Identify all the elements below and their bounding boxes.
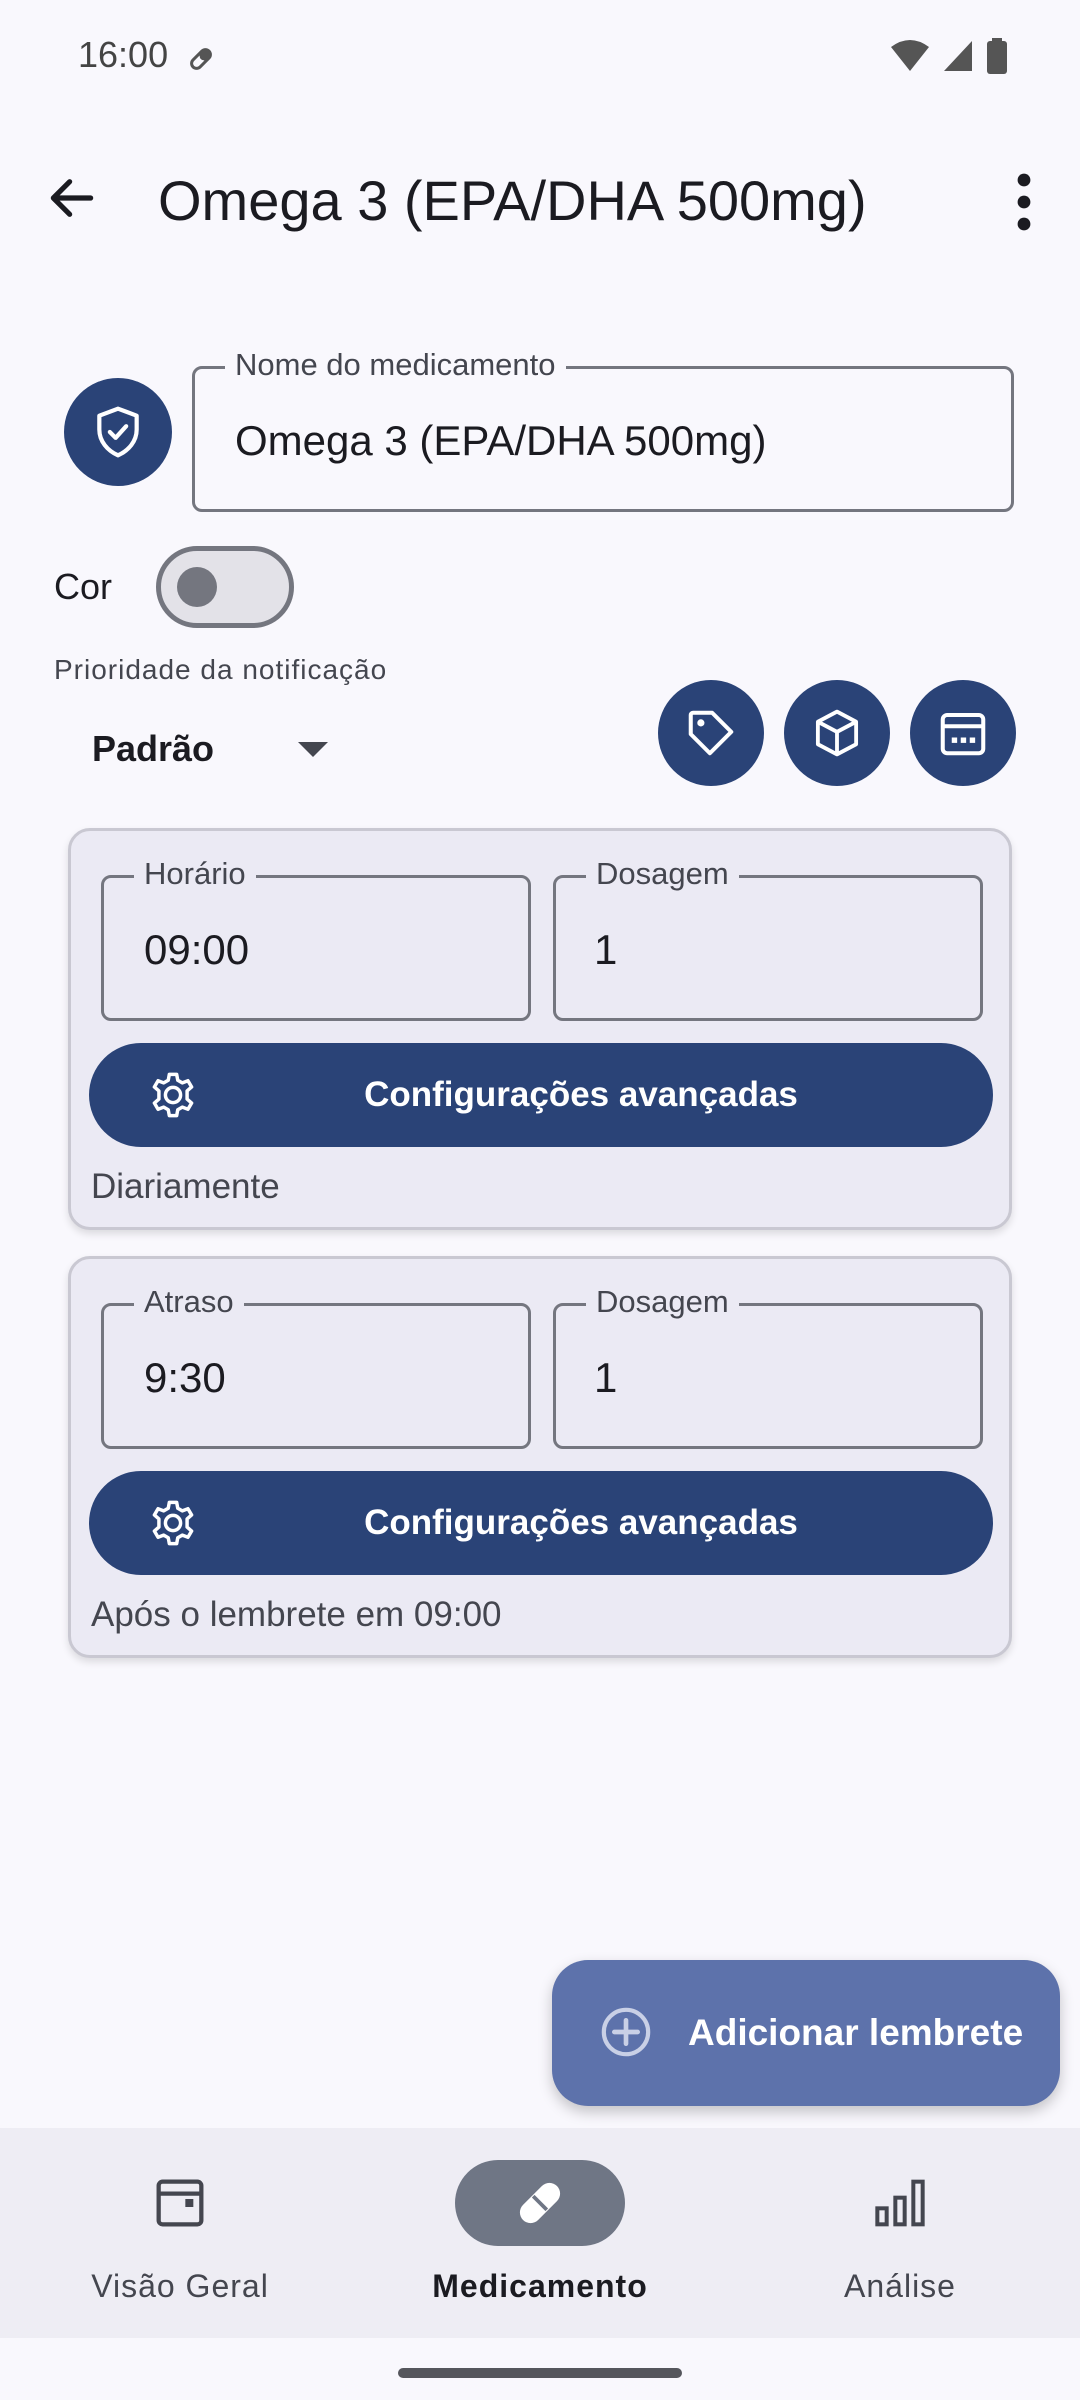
dosage-field[interactable]: Dosagem 1 bbox=[553, 856, 983, 1021]
nav-item-medication[interactable]: Medicamento bbox=[360, 2128, 720, 2338]
time-field[interactable]: Horário 09:00 bbox=[101, 856, 531, 1021]
time-field-label: Horário bbox=[134, 856, 256, 892]
bar-chart-icon bbox=[875, 2179, 925, 2227]
add-reminder-label: Adicionar lembrete bbox=[688, 2012, 1024, 2053]
tag-icon bbox=[688, 710, 734, 756]
pill-notification-icon bbox=[190, 48, 212, 70]
nav-icon-container bbox=[455, 2160, 625, 2246]
advanced-settings-label: Configurações avançadas bbox=[364, 1503, 798, 1542]
toggle-thumb bbox=[177, 567, 217, 607]
calendar-button[interactable] bbox=[910, 680, 1016, 786]
bottom-navigation: Visão Geral Medicamento Análise bbox=[0, 2128, 1080, 2338]
nav-label-overview: Visão Geral bbox=[91, 2268, 269, 2304]
nav-label-medication: Medicamento bbox=[432, 2268, 648, 2304]
nav-label-analysis: Análise bbox=[844, 2268, 956, 2304]
wifi-icon bbox=[891, 40, 929, 71]
nav-item-analysis[interactable]: Análise bbox=[720, 2128, 1080, 2338]
cube-icon bbox=[815, 709, 859, 757]
pill-icon bbox=[519, 2182, 561, 2224]
priority-dropdown[interactable]: Padrão bbox=[92, 728, 342, 780]
priority-selected-value: Padrão bbox=[92, 728, 215, 769]
nav-icon-container bbox=[815, 2160, 985, 2246]
delay-field-label: Atraso bbox=[134, 1284, 244, 1320]
shield-check-icon bbox=[97, 406, 139, 458]
nav-icon-container bbox=[95, 2160, 265, 2246]
dosage-field-value: 1 bbox=[594, 1354, 618, 1401]
color-toggle[interactable] bbox=[156, 546, 294, 628]
priority-label: Prioridade da notificação bbox=[54, 654, 388, 685]
advanced-settings-button[interactable]: Configurações avançadas bbox=[89, 1043, 993, 1147]
delay-field[interactable]: Atraso 9:30 bbox=[101, 1284, 531, 1449]
add-reminder-button[interactable]: Adicionar lembrete bbox=[552, 1960, 1060, 2106]
battery-icon bbox=[987, 38, 1007, 74]
medication-icon-button[interactable] bbox=[64, 378, 172, 486]
reminder-delay-text: Após o lembrete em 09:00 bbox=[91, 1595, 502, 1634]
nav-item-overview[interactable]: Visão Geral bbox=[0, 2128, 360, 2338]
package-button[interactable] bbox=[784, 680, 890, 786]
medication-name-field[interactable]: Nome do medicamento Omega 3 (EPA/DHA 500… bbox=[192, 347, 1014, 512]
time-field-value: 09:00 bbox=[144, 926, 250, 973]
tag-button[interactable] bbox=[658, 680, 764, 786]
advanced-settings-button[interactable]: Configurações avançadas bbox=[89, 1471, 993, 1575]
advanced-settings-label: Configurações avançadas bbox=[364, 1075, 798, 1114]
status-time: 16:00 bbox=[78, 34, 169, 75]
medication-name-value: Omega 3 (EPA/DHA 500mg) bbox=[235, 417, 767, 464]
delay-field-value: 9:30 bbox=[144, 1354, 226, 1401]
reminder-card: Atraso 9:30 Dosagem 1 Configurações avan… bbox=[68, 1256, 1012, 1658]
dosage-field[interactable]: Dosagem 1 bbox=[553, 1284, 983, 1449]
color-label: Cor bbox=[54, 566, 113, 607]
reminder-card: Horário 09:00 Dosagem 1 Configurações av… bbox=[68, 828, 1012, 1230]
cell-signal-icon bbox=[944, 41, 972, 71]
back-arrow-icon[interactable] bbox=[44, 170, 100, 226]
calendar-icon bbox=[940, 712, 986, 756]
caret-down-icon bbox=[298, 742, 328, 757]
calendar-icon bbox=[156, 2179, 204, 2227]
home-indicator[interactable] bbox=[398, 2368, 682, 2378]
more-options-icon[interactable] bbox=[1004, 172, 1044, 232]
dosage-field-label: Dosagem bbox=[586, 1284, 739, 1320]
dosage-field-value: 1 bbox=[594, 926, 618, 973]
reminder-frequency-text: Diariamente bbox=[91, 1167, 280, 1206]
add-circle-icon bbox=[601, 2007, 651, 2057]
medication-name-label: Nome do medicamento bbox=[225, 347, 566, 383]
page-title: Omega 3 (EPA/DHA 500mg) bbox=[158, 169, 867, 232]
dosage-field-label: Dosagem bbox=[586, 856, 739, 892]
